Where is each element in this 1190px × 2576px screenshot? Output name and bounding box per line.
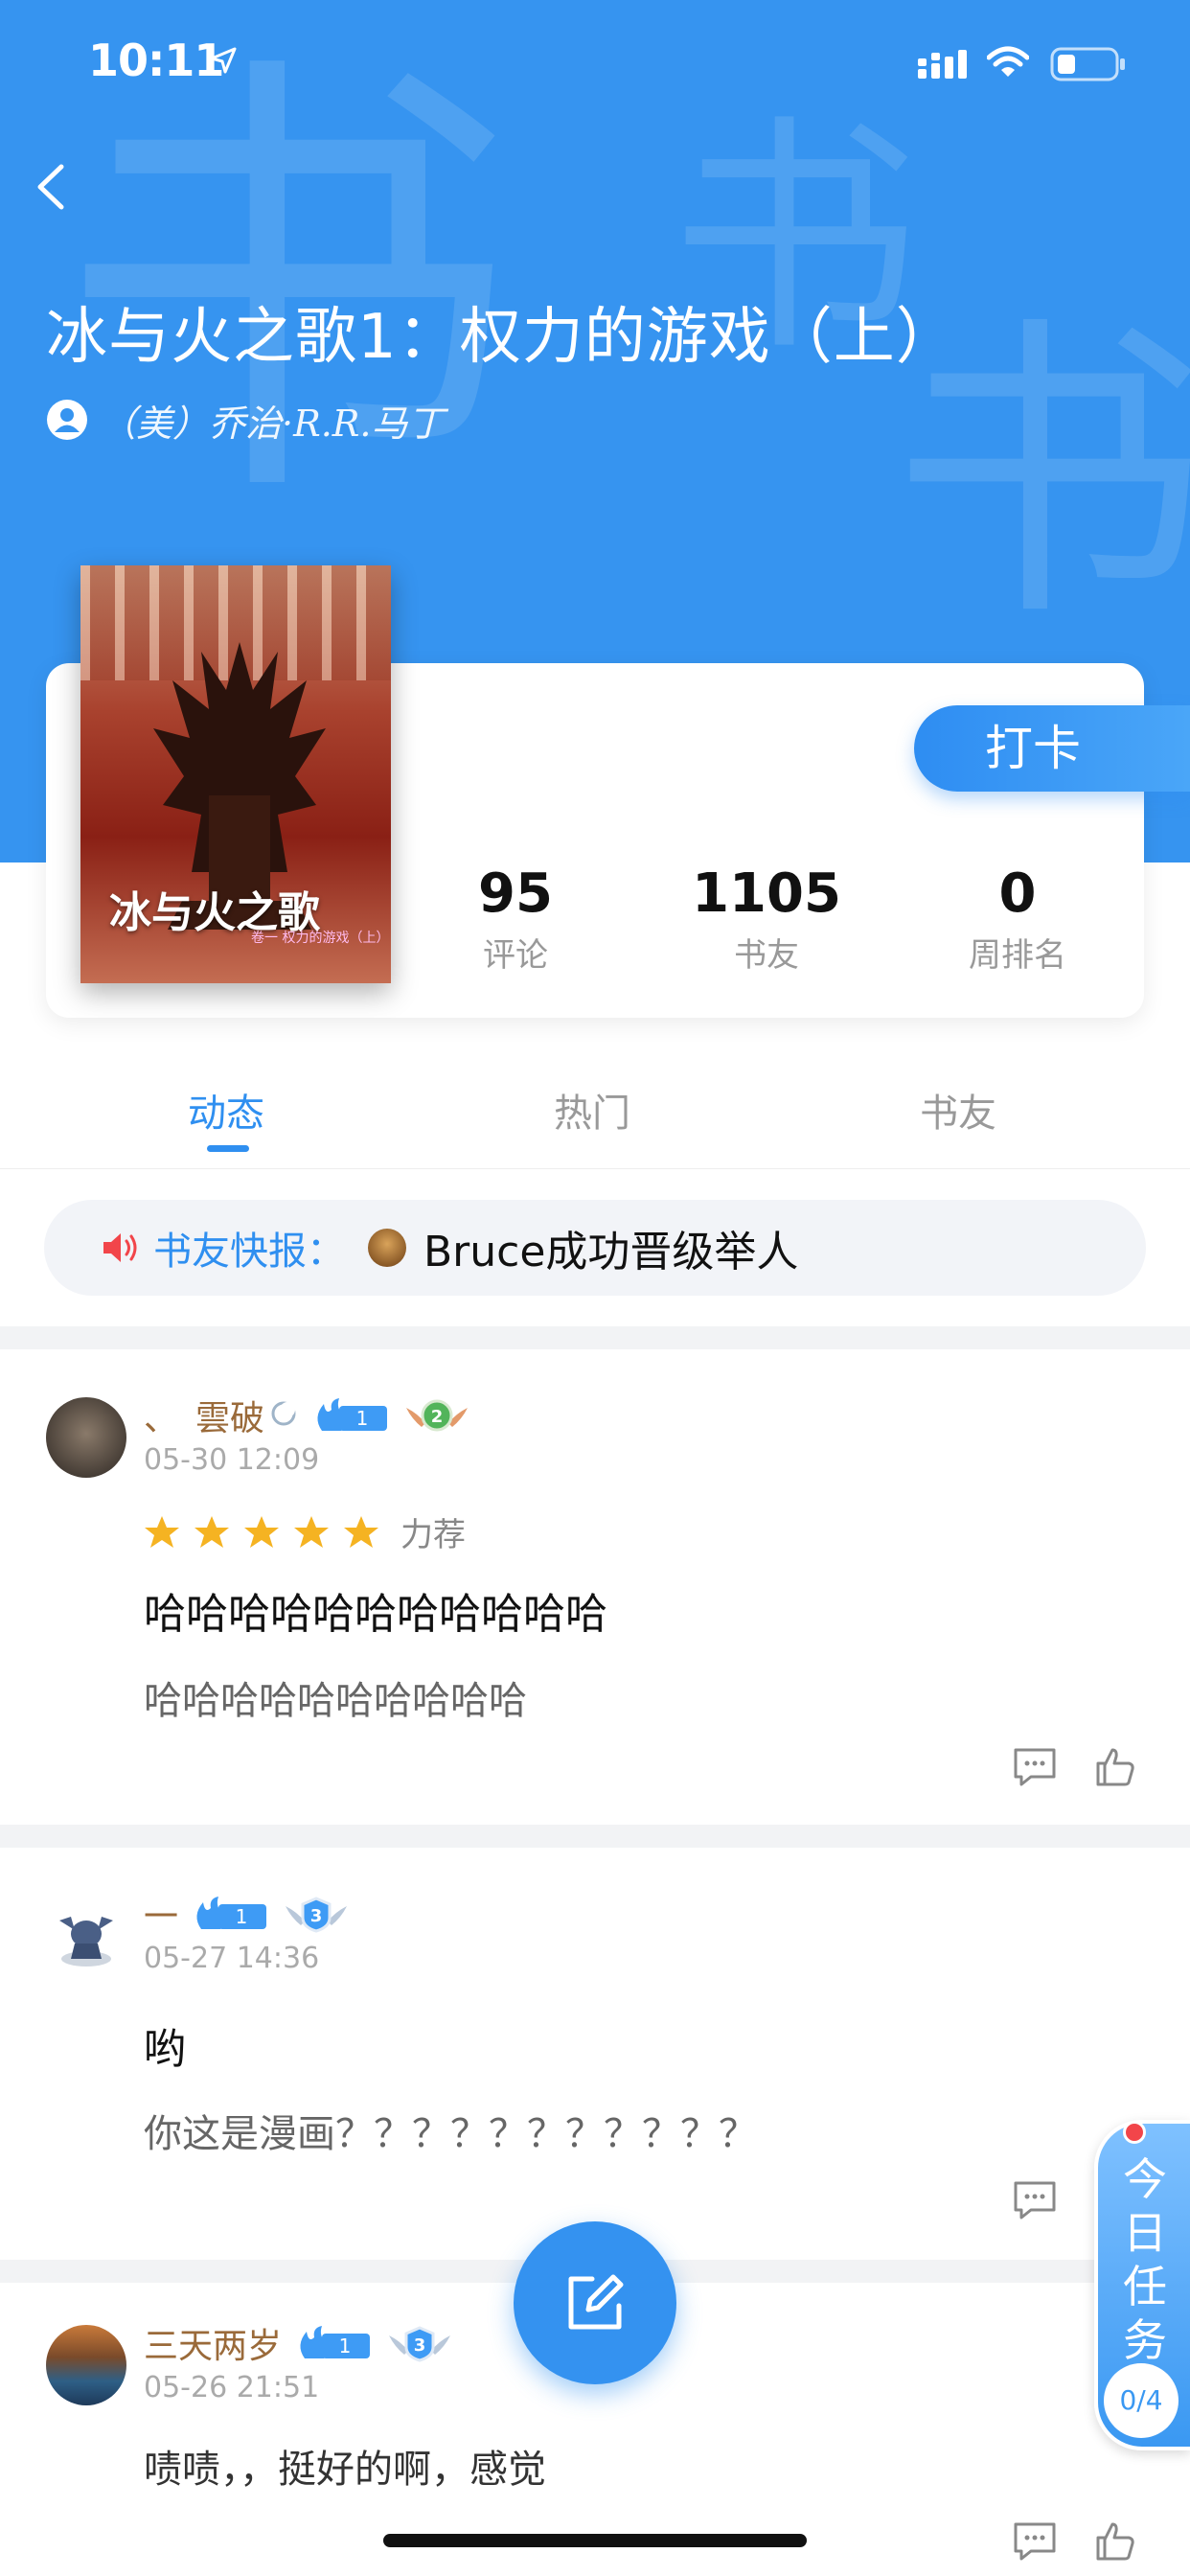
username[interactable]: 一 bbox=[144, 1889, 178, 1939]
user-row: 三天两岁 1 3 bbox=[144, 2319, 454, 2367]
like-icon[interactable] bbox=[1094, 2520, 1136, 2563]
stat-label: 周排名 bbox=[969, 936, 1066, 975]
news-text: Bruce成功晋级举人 bbox=[423, 1228, 799, 1276]
stat-friends[interactable]: 1105 书友 bbox=[671, 862, 862, 976]
post-time: 05-26 21:51 bbox=[144, 2371, 320, 2404]
user-row: 、 雲破 1 2 bbox=[144, 1392, 471, 1439]
level-badge-icon: 1 bbox=[196, 1897, 267, 1929]
like-icon[interactable] bbox=[1094, 1746, 1136, 1788]
level-badge-number: 1 bbox=[339, 2334, 352, 2358]
daily-task-count: 0/4 bbox=[1104, 2363, 1179, 2438]
avatar[interactable] bbox=[46, 2325, 126, 2405]
news-ticker[interactable]: 书友快报： Bruce成功晋级举人 bbox=[44, 1200, 1146, 1296]
username[interactable]: 、 雲破 bbox=[144, 1391, 264, 1440]
status-bar: 10:11 bbox=[0, 0, 1190, 125]
level-badge-number: 1 bbox=[236, 1905, 248, 1928]
user-row: 一 1 3 bbox=[144, 1890, 351, 1938]
star-icon bbox=[195, 1515, 229, 1548]
comment-icon[interactable] bbox=[1012, 1746, 1058, 1788]
rank-badge-icon: 3 bbox=[286, 1897, 348, 1933]
cellular-signal-icon bbox=[918, 50, 967, 79]
rank-badge-icon: 3 bbox=[389, 2326, 451, 2362]
username[interactable]: 三天两岁 bbox=[144, 2318, 282, 2368]
stat-label: 评论 bbox=[483, 936, 548, 975]
stat-label: 书友 bbox=[734, 936, 799, 975]
checkin-button[interactable]: 打卡 bbox=[914, 705, 1190, 792]
post-body: 啧啧，，挺好的啊，感觉 bbox=[144, 2448, 546, 2492]
wifi-icon bbox=[987, 46, 1029, 77]
write-post-button[interactable] bbox=[514, 2221, 676, 2384]
star-rating: 力荐 bbox=[144, 1508, 466, 1555]
level-badge-icon: 1 bbox=[317, 1398, 388, 1431]
author-name: （美）乔治·R.R.马丁 bbox=[100, 402, 445, 445]
author-avatar-icon bbox=[47, 400, 87, 440]
tab-book-friends[interactable]: 书友 bbox=[920, 1082, 996, 1138]
star-icon bbox=[344, 1515, 378, 1548]
notification-dot bbox=[1123, 2121, 1146, 2144]
star-icon bbox=[145, 1515, 179, 1548]
star-icon bbox=[294, 1515, 329, 1548]
news-avatar bbox=[368, 1229, 406, 1267]
battery-icon bbox=[1050, 47, 1125, 81]
star-icon bbox=[244, 1515, 279, 1548]
section-divider bbox=[0, 1326, 1190, 1349]
rating-text: 力荐 bbox=[400, 1516, 466, 1554]
edit-icon bbox=[568, 2274, 624, 2330]
comment-icon[interactable] bbox=[1012, 2520, 1058, 2563]
tab-popular[interactable]: 热门 bbox=[554, 1082, 630, 1138]
level-badge-number: 1 bbox=[356, 1407, 369, 1430]
book-title: 冰与火之歌1：权力的游戏（上） bbox=[46, 302, 958, 373]
rank-badge-icon: 2 bbox=[406, 1399, 469, 1432]
rank-badge-number: 3 bbox=[310, 1906, 323, 1926]
location-arrow-icon bbox=[210, 47, 237, 74]
news-label: 书友快报： bbox=[153, 1230, 345, 1274]
comment-icon[interactable] bbox=[1012, 2179, 1058, 2221]
moon-badge-icon bbox=[271, 1401, 296, 1426]
cover-subtitle: 卷一 权力的游戏（上） bbox=[251, 931, 390, 946]
avatar-figure-icon bbox=[59, 1917, 113, 1966]
tab-active-indicator bbox=[207, 1145, 249, 1152]
post-body: 你这是漫画？？？？？？？？？？？ bbox=[144, 2112, 757, 2156]
book-cover[interactable]: 冰与火之歌 卷一 权力的游戏（上） bbox=[80, 565, 391, 983]
level-badge-icon: 1 bbox=[300, 2326, 371, 2358]
status-time: 10:11 bbox=[88, 34, 224, 86]
post-time: 05-27 14:36 bbox=[144, 1942, 320, 1975]
stat-value: 95 bbox=[478, 862, 553, 925]
avatar[interactable] bbox=[46, 1896, 126, 1976]
stat-value: 0 bbox=[998, 862, 1037, 925]
stat-weekly-rank[interactable]: 0 周排名 bbox=[922, 862, 1113, 976]
post-title: 哈哈哈哈哈哈哈哈哈哈哈 bbox=[144, 1590, 607, 1639]
home-indicator bbox=[383, 2534, 807, 2547]
post-title: 哟 bbox=[144, 2025, 186, 2074]
post-time: 05-30 12:09 bbox=[144, 1443, 320, 1477]
section-divider bbox=[0, 1825, 1190, 1848]
tab-activity[interactable]: 动态 bbox=[188, 1082, 264, 1138]
avatar[interactable] bbox=[46, 1397, 126, 1478]
post-item[interactable]: 、 雲破 1 2 05-30 12:09 力荐 哈哈哈哈哈哈哈哈哈哈哈 哈哈哈哈… bbox=[0, 1349, 1190, 1825]
rank-badge-number: 2 bbox=[431, 1407, 444, 1427]
rank-badge-number: 3 bbox=[414, 2335, 426, 2356]
post-item[interactable]: 一 1 3 05-27 14:36 哟 你这是漫画？？？？？？？？？？？ bbox=[0, 1848, 1190, 2260]
post-body: 哈哈哈哈哈哈哈哈哈哈 bbox=[144, 1679, 527, 1723]
speaker-icon bbox=[103, 1233, 137, 1262]
tab-bar: 动态 热门 书友 bbox=[0, 1040, 1190, 1169]
author-row[interactable]: （美）乔治·R.R.马丁 bbox=[46, 395, 444, 445]
stat-value: 1105 bbox=[692, 862, 841, 925]
back-arrow-icon[interactable] bbox=[27, 153, 75, 220]
stat-reviews[interactable]: 95 评论 bbox=[420, 862, 611, 976]
daily-task-label: 今日任务 bbox=[1123, 2153, 1167, 2366]
